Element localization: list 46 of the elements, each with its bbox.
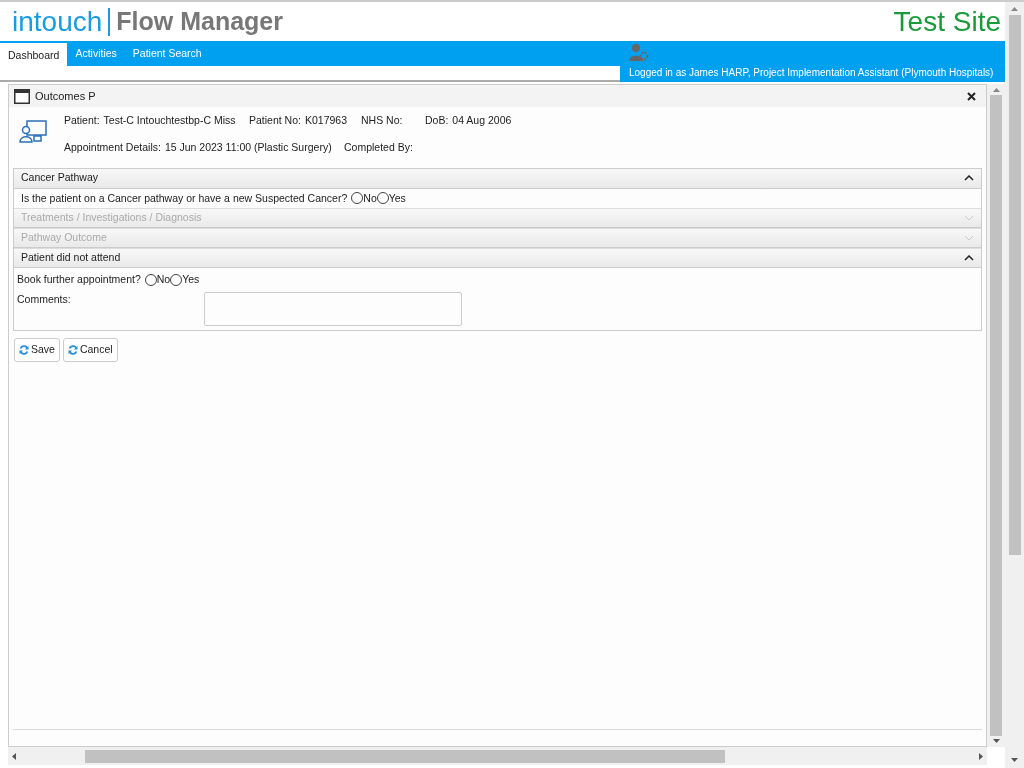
chevron-down-icon: [964, 235, 974, 242]
horizontal-scrollbar[interactable]: [8, 747, 987, 765]
scroll-up-icon[interactable]: [992, 88, 1000, 92]
refresh-icon: [67, 345, 78, 355]
nav-tab[interactable]: Dashboard: [0, 43, 68, 68]
field-value: Test-C Intouchtestbp-C Miss: [103, 113, 236, 128]
action-button[interactable]: Cancel: [62, 338, 118, 362]
chevron-up-icon: [964, 175, 974, 181]
site-label: Test Site: [893, 7, 1002, 36]
logged-in-text: Logged in as James HARP, Project Implementation Assistant (Plymouth Hospitals): [629, 66, 995, 80]
radio-option[interactable]: No: [144, 272, 171, 288]
radio-option[interactable]: Yes: [376, 190, 406, 207]
dialog-title: Outcomes P: [35, 88, 97, 104]
field-label: Patient No:: [249, 113, 301, 128]
section-header[interactable]: Cancer Pathway: [14, 168, 981, 189]
field-label: Patient:: [64, 113, 100, 128]
section-header[interactable]: Patient did not attend: [14, 248, 981, 269]
field-label: DoB:: [425, 113, 449, 128]
scroll-down-icon[interactable]: [1011, 758, 1018, 762]
field-label: Comments:: [17, 292, 72, 307]
comments-field[interactable]: [204, 292, 462, 326]
scroll-right-icon[interactable]: [979, 752, 983, 760]
scroll-left-icon[interactable]: [12, 752, 16, 760]
field-value: 04 Aug 2006: [452, 113, 512, 128]
product-name: Flow Manager: [116, 9, 283, 34]
chevron-down-icon: [964, 215, 974, 222]
action-button[interactable]: Save: [14, 338, 60, 362]
field-value: 15 Jun 2023 11:00 (Plastic Surgery): [164, 139, 332, 155]
chevron-up-icon: [964, 255, 974, 262]
window-icon: [14, 88, 30, 104]
user-settings-icon[interactable]: [629, 44, 649, 61]
inner-scrollbar[interactable]: [987, 84, 1005, 747]
field-label: NHS No:: [361, 113, 403, 128]
radio-option[interactable]: No: [351, 190, 377, 207]
question-text: Book further appointment?: [17, 272, 141, 288]
patient-screen-icon: [19, 119, 47, 143]
logo-text: intouch: [12, 7, 103, 36]
page-scrollbar[interactable]: [1005, 2, 1024, 768]
scroll-up-icon[interactable]: [1011, 7, 1018, 11]
radio-option[interactable]: Yes: [170, 272, 200, 288]
refresh-icon: [19, 345, 29, 355]
scroll-down-icon[interactable]: [992, 739, 1000, 743]
field-value: K017963: [304, 113, 347, 128]
field-label: Completed By:: [344, 139, 413, 155]
question-text: Is the patient on a Cancer pathway or have a new Suspected Cancer?: [21, 190, 348, 206]
field-label: Appointment Details:: [64, 139, 161, 155]
